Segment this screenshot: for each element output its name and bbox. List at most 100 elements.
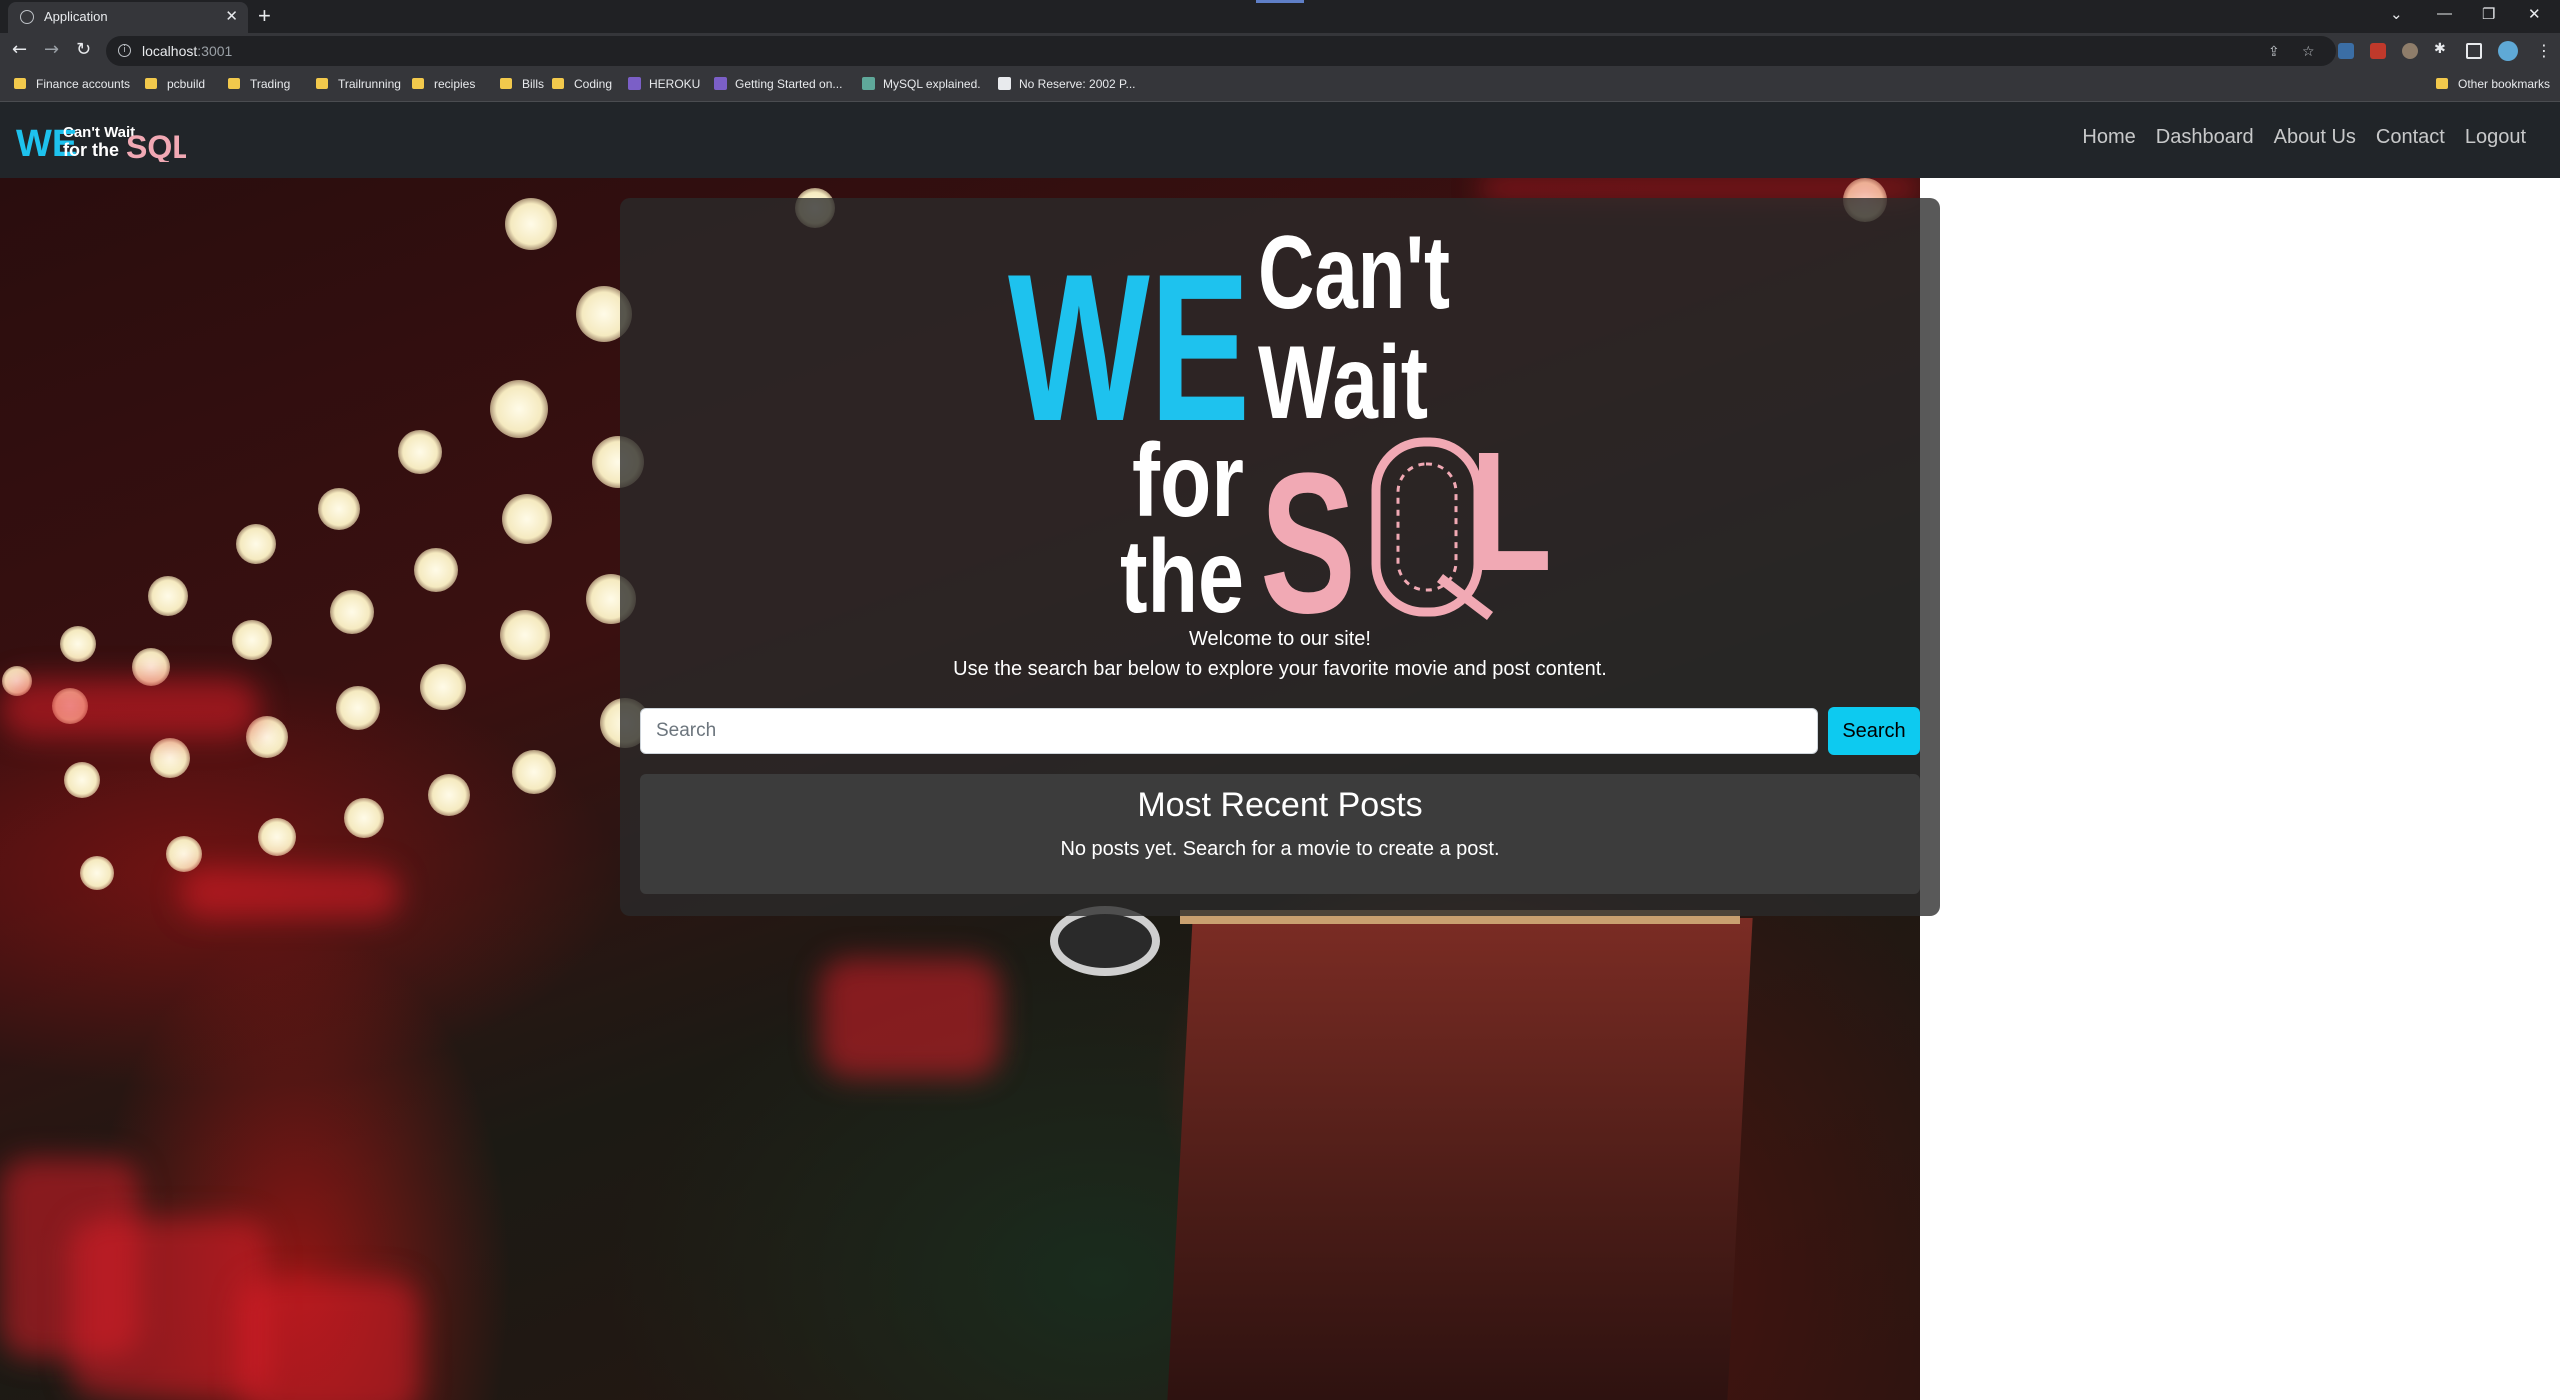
welcome-subline: Use the search bar below to explore your… (953, 658, 1607, 680)
bokeh-light (505, 198, 557, 250)
bookmark-item[interactable]: Finance accounts (14, 77, 130, 95)
browser-tab[interactable]: Application ✕ (8, 2, 248, 33)
back-icon[interactable]: ← (12, 39, 27, 60)
folder-icon (145, 78, 157, 89)
folder-icon (316, 78, 328, 89)
logo-cant: Can't (1258, 215, 1450, 331)
extension-ublock-icon[interactable] (2370, 43, 2386, 59)
bokeh-light (344, 798, 384, 838)
brand-for-the: for the (63, 140, 119, 160)
bookmark-item[interactable]: No Reserve: 2002 P... (998, 77, 1136, 95)
folder-icon (552, 78, 564, 89)
tab-close-icon[interactable]: ✕ (225, 7, 238, 25)
bokeh-light (512, 750, 556, 794)
bookmark-label: MySQL explained. (883, 77, 981, 91)
recent-posts-card: Most Recent Posts No posts yet. Search f… (640, 774, 1920, 894)
minimize-button[interactable]: — (2437, 5, 2452, 22)
hero-logo: WE Can't Wait for the S L (1008, 215, 1552, 628)
url-host: localhost (142, 43, 198, 59)
nav-links: Home Dashboard About Us Contact Logout (2072, 126, 2536, 149)
tab-search-icon[interactable]: ⌄ (2390, 5, 2403, 23)
folder-icon (14, 78, 26, 89)
bookmark-label: pcbuild (167, 77, 206, 91)
reload-icon[interactable]: ↻ (76, 39, 91, 60)
tab-title: Application (44, 9, 108, 24)
bookmark-label: recipies (434, 77, 476, 91)
bookmark-item[interactable]: Bills (500, 77, 544, 95)
other-bookmarks[interactable]: Other bookmarks (2436, 77, 2550, 95)
share-icon[interactable]: ⇪ (2268, 44, 2280, 60)
profile-avatar[interactable] (2498, 41, 2518, 61)
restore-button[interactable]: ❐ (2482, 5, 2495, 23)
red-seat-glow (820, 958, 1000, 1078)
nav-logout[interactable]: Logout (2455, 126, 2536, 149)
bookmark-item[interactable]: Trailrunning (316, 77, 401, 95)
globe-icon (20, 10, 34, 24)
bookmark-item[interactable]: HEROKU (628, 77, 700, 95)
extension-cookie-icon[interactable] (2402, 43, 2418, 59)
tab-strip-accent (1256, 0, 1304, 3)
bookmark-label: HEROKU (649, 77, 701, 91)
new-tab-button[interactable]: + (258, 3, 271, 29)
nav-dashboard[interactable]: Dashboard (2146, 126, 2264, 149)
bookmark-label: Trading (250, 77, 291, 91)
recent-posts-empty-message: No posts yet. Search for a movie to crea… (1060, 838, 1500, 860)
nav-home[interactable]: Home (2072, 126, 2145, 149)
bokeh-light (428, 774, 470, 816)
bookmark-label: No Reserve: 2002 P... (1019, 77, 1136, 91)
page-favicon-icon (998, 77, 1011, 90)
bokeh-light (150, 738, 190, 778)
address-bar[interactable]: i localhost:3001 ⇪ ☆ (106, 36, 2336, 66)
brand-logo[interactable]: WE Can't Wait for the SQL (16, 120, 186, 162)
logo-s: S (1260, 432, 1356, 628)
url-text: localhost:3001 (142, 43, 232, 59)
bookmark-item[interactable]: MySQL explained. (862, 77, 981, 95)
red-seat-glow (180, 868, 400, 918)
bokeh-light (236, 524, 276, 564)
forward-icon[interactable]: → (44, 39, 59, 60)
browser-menu-icon[interactable]: ⋮ (2536, 41, 2552, 60)
bookmark-label: Getting Started on... (735, 77, 843, 91)
close-window-button[interactable]: ✕ (2528, 5, 2541, 23)
extension-wappalyzer-icon[interactable] (2338, 43, 2354, 59)
url-port: :3001 (197, 43, 233, 59)
bookmark-item[interactable]: Getting Started on... (714, 77, 842, 95)
bokeh-light (258, 818, 296, 856)
brand-cant-wait: Can't Wait (63, 124, 135, 141)
nav-about-us[interactable]: About Us (2264, 126, 2366, 149)
bookmark-star-icon[interactable]: ☆ (2302, 44, 2315, 60)
bookmark-label: Trailrunning (338, 77, 401, 91)
bokeh-light (500, 610, 550, 660)
bokeh-light (502, 494, 552, 544)
heroku-favicon-icon (714, 77, 727, 90)
bookmark-item[interactable]: pcbuild (145, 77, 205, 95)
extensions-puzzle-icon[interactable]: ✱ (2434, 41, 2446, 57)
bookmarks-bar: Finance accounts pcbuild Trading Trailrunni… (0, 69, 2560, 102)
bookmark-item[interactable]: Trading (228, 77, 290, 95)
bokeh-light (398, 430, 442, 474)
welcome-text: Welcome to our site! (1189, 628, 1371, 650)
brand-sql: SQL (126, 129, 186, 162)
red-seat-glow (1480, 178, 1920, 198)
logo-wait: Wait (1258, 325, 1428, 441)
nav-contact[interactable]: Contact (2366, 126, 2455, 149)
recent-posts-title: Most Recent Posts (1137, 786, 1423, 824)
bokeh-light (148, 576, 188, 616)
bokeh-light (414, 548, 458, 592)
search-input[interactable] (640, 708, 1818, 754)
site-navbar: WE Can't Wait for the SQL Home Dashboard… (0, 102, 2560, 178)
bookmark-item[interactable]: Coding (552, 77, 612, 95)
bookmark-item[interactable]: recipies (412, 77, 475, 95)
bokeh-light (64, 762, 100, 798)
folder-icon (412, 78, 424, 89)
bokeh-light (60, 626, 96, 662)
seat-number-plate (1050, 906, 1160, 976)
bookmark-label: Finance accounts (36, 77, 131, 91)
browser-chrome: Application ✕ + ⌄ — ❐ ✕ ← → ↻ i localhos… (0, 0, 2560, 102)
heroku-favicon-icon (628, 77, 641, 90)
side-panel-icon[interactable] (2466, 43, 2482, 59)
search-button[interactable]: Search (1828, 707, 1920, 755)
bokeh-light (330, 590, 374, 634)
site-info-icon[interactable]: i (118, 44, 131, 57)
chatgpt-favicon-icon (862, 77, 875, 90)
